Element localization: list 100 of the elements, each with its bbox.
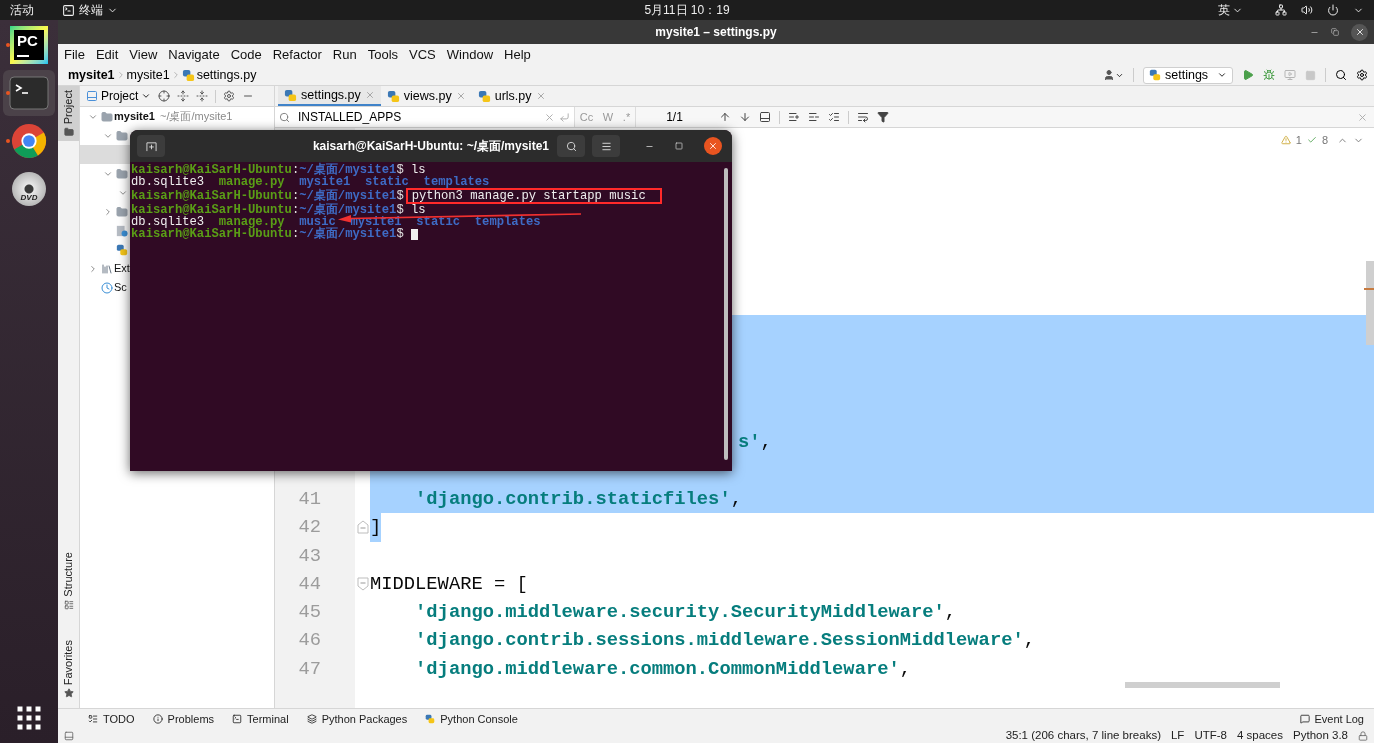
side-tab[interactable]: Structure: [58, 548, 79, 614]
dock-item[interactable]: DVD: [3, 166, 55, 212]
menu-item[interactable]: File: [64, 44, 85, 65]
lock-icon[interactable]: [1358, 731, 1368, 741]
tree-item-label[interactable]: Ext: [114, 260, 130, 277]
menu-item[interactable]: Navigate: [168, 44, 220, 65]
tree-row[interactable]: mysite1 ~/桌面/mysite1: [80, 107, 274, 126]
filter-icon[interactable]: [877, 111, 889, 123]
run-config-dropdown[interactable]: settings: [1143, 66, 1233, 84]
menu-item[interactable]: Help: [504, 44, 531, 65]
fold-marker-icon[interactable]: [356, 520, 369, 535]
menu-button[interactable]: [592, 135, 620, 157]
warning-icon[interactable]: [1280, 135, 1291, 146]
tool-window-button[interactable]: Python Packages: [306, 710, 408, 728]
close-icon[interactable]: [535, 91, 546, 101]
tool-window-button[interactable]: Python Console: [425, 710, 518, 728]
activities-button[interactable]: 活动: [10, 1, 34, 19]
arrow-down-icon[interactable]: [739, 111, 751, 123]
tree-row[interactable]: Ext: [80, 259, 130, 278]
expand-all-icon[interactable]: [177, 90, 190, 102]
network-icon[interactable]: [1275, 4, 1287, 16]
collapsed-chevron-icon[interactable]: [88, 263, 98, 274]
fold-marker-icon[interactable]: [356, 576, 369, 591]
menu-item[interactable]: VCS: [409, 44, 436, 65]
menu-item[interactable]: Code: [230, 44, 262, 65]
dock-item[interactable]: PC: [3, 22, 55, 68]
running-indicator: [6, 139, 10, 143]
clock[interactable]: 5月11日 10：19: [644, 1, 730, 19]
collapse-all-icon[interactable]: [196, 90, 209, 102]
restore-icon[interactable]: [1331, 28, 1339, 36]
breadcrumb-item[interactable]: settings.py: [181, 65, 257, 85]
user-icon[interactable]: [1103, 69, 1115, 81]
terminal-scrollbar[interactable]: [724, 168, 728, 460]
tool-window-button[interactable]: TODO: [88, 710, 135, 728]
side-tab[interactable]: Project: [58, 86, 79, 142]
tool-window-button[interactable]: Terminal: [232, 710, 289, 728]
check-icon[interactable]: [1306, 135, 1317, 146]
power-icon[interactable]: [1327, 4, 1339, 16]
close-button[interactable]: [1351, 23, 1368, 41]
tree-row[interactable]: Sc: [80, 278, 127, 297]
editor-tab[interactable]: urls.py: [471, 86, 552, 106]
horizontal-scrollbar[interactable]: [1125, 682, 1280, 688]
menu-item[interactable]: Window: [446, 44, 494, 65]
folder-icon: [116, 205, 128, 218]
app-menu[interactable]: 终端: [62, 1, 118, 19]
menu-item[interactable]: Refactor: [272, 44, 322, 65]
coverage-icon[interactable]: [1284, 69, 1296, 81]
search-button[interactable]: [557, 135, 585, 157]
search-field[interactable]: INSTALLED_APPS: [275, 107, 575, 127]
input-method-menu[interactable]: 英: [1218, 1, 1243, 19]
status-item[interactable]: UTF-8: [1194, 727, 1227, 743]
select-occurrences-icon[interactable]: [828, 111, 840, 123]
menu-item[interactable]: Run: [332, 44, 357, 65]
side-tab[interactable]: Favorites: [58, 635, 79, 702]
tree-item-label[interactable]: mysite1: [114, 108, 155, 125]
panel-icon[interactable]: [64, 731, 74, 741]
settings-icon[interactable]: [1356, 69, 1368, 81]
volume-icon[interactable]: [1301, 4, 1313, 16]
vertical-scrollbar[interactable]: [1366, 261, 1374, 345]
locate-icon[interactable]: [158, 90, 171, 102]
close-icon[interactable]: [364, 90, 375, 100]
terminal-command: ls: [411, 204, 426, 216]
remove-occurrence-icon[interactable]: [808, 111, 820, 123]
app-grid-icon[interactable]: [17, 706, 41, 730]
maximize-icon[interactable]: [675, 142, 683, 150]
status-item[interactable]: 4 spaces: [1237, 727, 1283, 743]
event-log-button[interactable]: Event Log: [1300, 710, 1364, 728]
arrow-up-icon[interactable]: [719, 111, 731, 123]
search-icon[interactable]: [1335, 69, 1347, 81]
breadcrumb-item[interactable]: mysite1: [126, 65, 170, 85]
search-icon: [565, 140, 577, 152]
run-icon[interactable]: [1242, 69, 1254, 81]
check-count[interactable]: 8: [1321, 132, 1328, 149]
message-icon: [1300, 714, 1311, 724]
close-button[interactable]: [704, 137, 722, 155]
newline-icon[interactable]: [559, 111, 570, 123]
info-icon: [152, 714, 163, 724]
editor-tab[interactable]: settings.py: [278, 86, 381, 106]
menu-item[interactable]: Tools: [367, 44, 399, 65]
search-icon: [279, 111, 290, 123]
tool-window-button[interactable]: Problems: [152, 710, 215, 728]
tree-item-label[interactable]: Sc: [114, 279, 127, 296]
breadcrumb-item[interactable]: mysite1: [68, 65, 115, 85]
select-all-icon[interactable]: [759, 111, 771, 123]
collapsed-chevron-icon[interactable]: [103, 206, 113, 217]
new-tab-button[interactable]: [137, 135, 165, 157]
line-number: 46: [297, 628, 321, 654]
close-icon[interactable]: [1357, 111, 1368, 123]
status-item[interactable]: 35:1 (206 chars, 7 line breaks): [1005, 727, 1161, 743]
wrap-icon[interactable]: [857, 111, 869, 123]
status-item[interactable]: LF: [1170, 727, 1185, 743]
close-icon[interactable]: [455, 91, 466, 101]
warning-count[interactable]: 1: [1295, 132, 1302, 149]
debug-icon[interactable]: [1263, 69, 1275, 81]
menu-item[interactable]: Edit: [95, 44, 119, 65]
add-occurrence-icon[interactable]: [788, 111, 800, 123]
status-item[interactable]: Python 3.8: [1293, 727, 1348, 743]
menu-item[interactable]: View: [129, 44, 158, 65]
editor-tab[interactable]: views.py: [380, 86, 472, 106]
clear-icon[interactable]: [544, 111, 555, 123]
